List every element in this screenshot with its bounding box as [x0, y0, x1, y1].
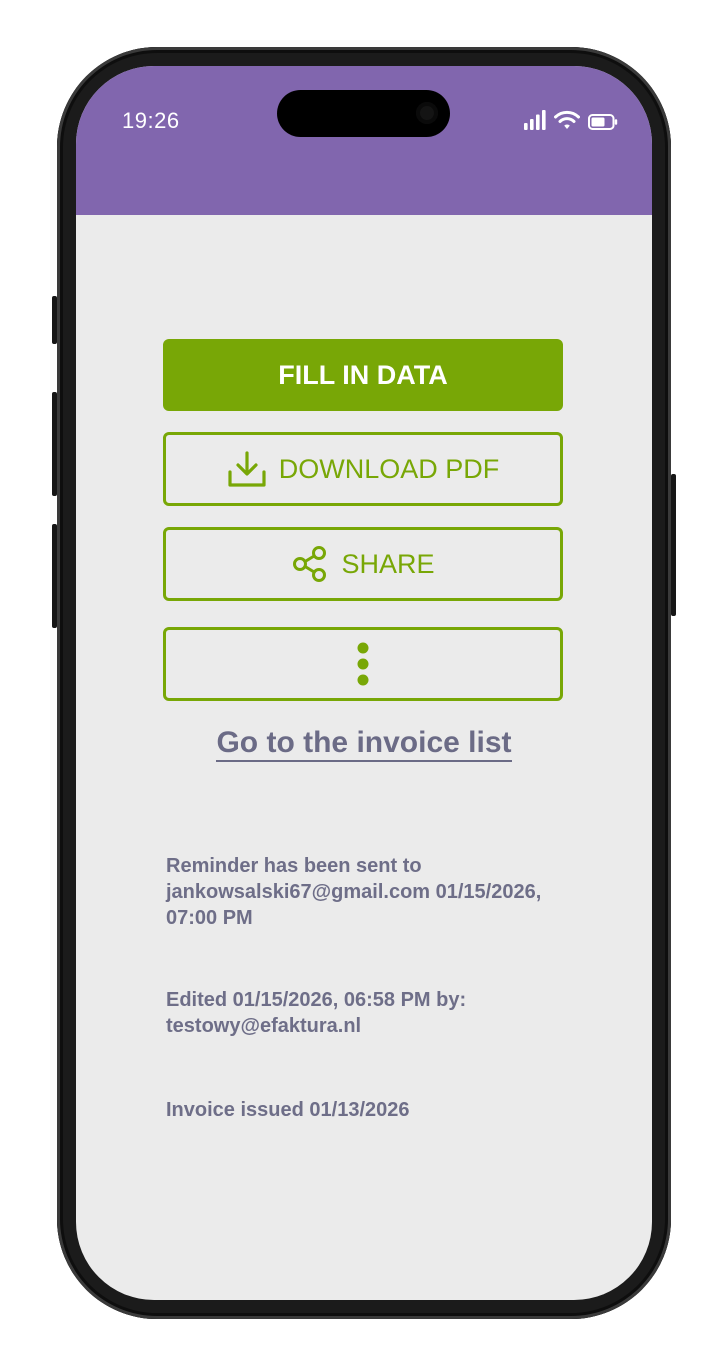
front-camera: [416, 102, 438, 124]
share-label: SHARE: [341, 548, 435, 579]
more-options-button[interactable]: [163, 627, 563, 701]
status-icons: [524, 110, 618, 130]
download-pdf-label: DOWNLOAD PDF: [278, 453, 500, 484]
history-reminder-sent: Reminder has been sent to jankowsalski67…: [166, 855, 542, 929]
app-header: 19:26: [76, 66, 652, 215]
fill-in-data-label: FILL IN DATA: [278, 359, 448, 390]
app-screen: 19:26 FILL IN DATA DOWNLOAD PDF SHARE Go…: [76, 66, 652, 1300]
share-icon: [293, 546, 327, 582]
phone-side-button: [52, 296, 57, 344]
download-icon: [228, 451, 266, 487]
dynamic-island: [277, 90, 450, 137]
history-edited: Edited 01/15/2026, 06:58 PM by: testowy@…: [166, 989, 467, 1037]
more-vertical-icon: [357, 642, 369, 686]
invoice-list-link[interactable]: Go to the invoice list: [216, 726, 512, 762]
cellular-signal-icon: [524, 110, 546, 130]
phone-volume-up-button: [52, 392, 57, 496]
download-pdf-button[interactable]: DOWNLOAD PDF: [163, 432, 563, 506]
phone-volume-down-button: [52, 524, 57, 628]
status-time: 19:26: [122, 108, 180, 133]
wifi-icon: [554, 110, 580, 129]
battery-icon: [588, 114, 618, 130]
fill-in-data-button[interactable]: FILL IN DATA: [163, 339, 563, 411]
share-button[interactable]: SHARE: [163, 527, 563, 601]
invoice-list-link-wrapper: Go to the invoice list: [76, 726, 652, 762]
history-invoice-issued: Invoice issued 01/13/2026: [166, 1099, 410, 1121]
phone-power-button: [671, 474, 676, 616]
